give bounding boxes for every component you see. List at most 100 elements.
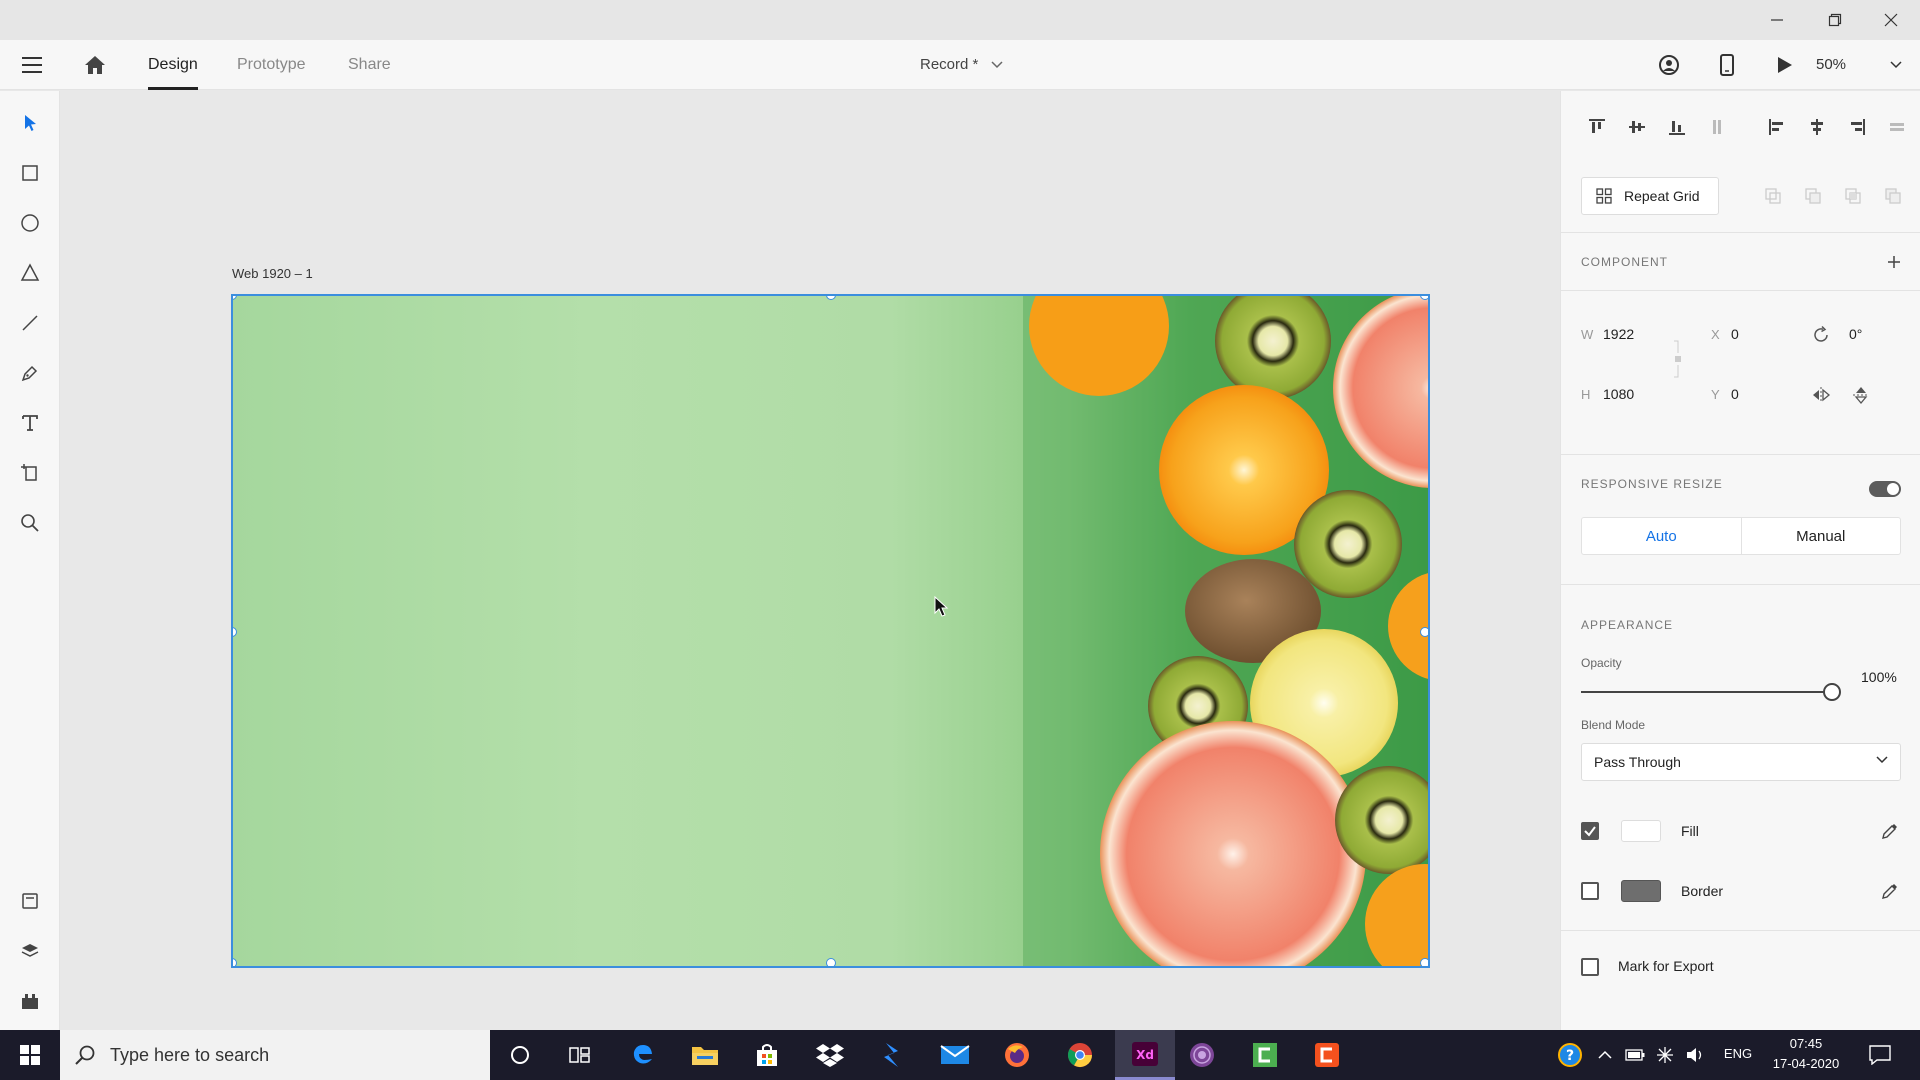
help-tray-icon[interactable]: ? <box>1550 1030 1590 1080</box>
share-account-button[interactable] <box>1654 40 1684 90</box>
home-button[interactable] <box>78 40 112 90</box>
resize-handle[interactable] <box>1420 296 1428 300</box>
recorder-app[interactable] <box>1302 1030 1352 1080</box>
mark-for-export-checkbox[interactable] <box>1581 958 1599 976</box>
width-input[interactable]: 1922 <box>1603 326 1634 342</box>
distribute-vertical-button[interactable] <box>1703 113 1731 141</box>
notifications-button[interactable] <box>1858 1030 1902 1080</box>
align-top-button[interactable] <box>1583 113 1611 141</box>
lock-aspect-icon[interactable] <box>1673 339 1683 379</box>
tab-design[interactable]: Design <box>148 40 198 90</box>
clock-date[interactable]: 17-04-2020 <box>1766 1056 1846 1071</box>
artboard-tool[interactable] <box>15 458 45 488</box>
artboard-label[interactable]: Web 1920 – 1 <box>232 266 313 281</box>
magnifier-icon <box>21 514 39 532</box>
assets-button[interactable] <box>15 886 45 916</box>
network-tray-icon[interactable] <box>1650 1030 1680 1080</box>
plus-icon[interactable] <box>1887 255 1901 269</box>
align-right-button[interactable] <box>1843 113 1871 141</box>
align-middle-button[interactable] <box>1623 113 1651 141</box>
rotation-input[interactable]: 0° <box>1849 326 1862 342</box>
cortana-button[interactable] <box>495 1030 545 1080</box>
mail-app[interactable] <box>930 1030 980 1080</box>
zoom-level-dropdown[interactable]: 50% <box>1816 40 1902 90</box>
x-input[interactable]: 0 <box>1731 326 1739 342</box>
text-tool[interactable] <box>15 408 45 438</box>
distribute-horizontal-button[interactable] <box>1883 113 1911 141</box>
app-launcher[interactable] <box>867 1030 917 1080</box>
account-icon <box>1659 55 1679 75</box>
task-view-button[interactable] <box>555 1030 605 1080</box>
boolean-intersect-icon[interactable] <box>1843 186 1863 206</box>
firefox-app[interactable] <box>992 1030 1042 1080</box>
home-icon <box>85 56 105 74</box>
repeat-grid-button[interactable]: Repeat Grid <box>1581 177 1719 215</box>
resize-handle[interactable] <box>1420 627 1428 637</box>
svg-text:?: ? <box>1566 1048 1574 1064</box>
show-hidden-icons-button[interactable] <box>1590 1030 1620 1080</box>
artboard[interactable] <box>231 294 1430 968</box>
document-title-dropdown[interactable]: Record * <box>920 40 1003 90</box>
pen-tool[interactable] <box>15 358 45 388</box>
align-section: Repeat Grid <box>1561 91 1920 233</box>
restore-button[interactable] <box>1806 0 1864 40</box>
edge-app[interactable] <box>618 1030 668 1080</box>
align-left-button[interactable] <box>1763 113 1791 141</box>
help-question-icon: ? <box>1558 1043 1582 1067</box>
language-indicator[interactable]: ENG <box>1718 1046 1758 1061</box>
tor-browser-app[interactable] <box>1177 1030 1227 1080</box>
align-center-button[interactable] <box>1803 113 1831 141</box>
boolean-add-icon[interactable] <box>1763 186 1783 206</box>
grid-icon <box>1596 188 1612 204</box>
app-header: Design Prototype Share Record * 50% <box>0 40 1920 90</box>
y-label: Y <box>1711 387 1720 402</box>
close-button[interactable] <box>1862 0 1920 40</box>
volume-tray-icon[interactable] <box>1680 1030 1710 1080</box>
height-input[interactable]: 1080 <box>1603 386 1634 402</box>
battery-icon <box>1625 1049 1645 1061</box>
ellipse-tool[interactable] <box>15 208 45 238</box>
file-explorer-app[interactable] <box>680 1030 730 1080</box>
resize-handle[interactable] <box>233 958 237 966</box>
taskbar-search-box[interactable]: Type here to search <box>60 1030 490 1080</box>
resize-handle[interactable] <box>826 958 836 966</box>
start-button[interactable] <box>5 1030 55 1080</box>
hamburger-menu-button[interactable] <box>14 40 50 90</box>
y-input[interactable]: 0 <box>1731 386 1739 402</box>
resize-handle[interactable] <box>1420 958 1428 966</box>
svg-text:Xd: Xd <box>1136 1048 1154 1062</box>
align-bottom-button[interactable] <box>1663 113 1691 141</box>
distribute-vertical-icon <box>1713 120 1721 134</box>
camtasia-app[interactable] <box>1240 1030 1290 1080</box>
flip-horizontal-icon[interactable] <box>1811 385 1831 405</box>
adobe-xd-app[interactable]: Xd <box>1115 1030 1175 1080</box>
tab-prototype[interactable]: Prototype <box>237 40 305 90</box>
polygon-tool[interactable] <box>15 258 45 288</box>
close-icon <box>1884 13 1898 27</box>
minimize-button[interactable] <box>1748 0 1806 40</box>
search-icon <box>75 1045 95 1065</box>
zoom-tool[interactable] <box>15 508 45 538</box>
line-tool[interactable] <box>15 308 45 338</box>
plugins-button[interactable] <box>15 986 45 1016</box>
desktop-preview-button[interactable] <box>1770 40 1800 90</box>
clock-time[interactable]: 07:45 <box>1766 1036 1846 1051</box>
tab-share[interactable]: Share <box>348 40 391 90</box>
document-title: Record * <box>920 56 979 73</box>
distribute-horizontal-icon <box>1890 123 1904 131</box>
tools-panel <box>0 91 60 1030</box>
store-app[interactable] <box>742 1030 792 1080</box>
select-tool[interactable] <box>15 108 45 138</box>
rectangle-icon <box>22 165 38 181</box>
device-preview-button[interactable] <box>1712 40 1742 90</box>
dropbox-app[interactable] <box>805 1030 855 1080</box>
chrome-app[interactable] <box>1055 1030 1105 1080</box>
rectangle-tool[interactable] <box>15 158 45 188</box>
search-placeholder: Type here to search <box>110 1044 270 1065</box>
flip-vertical-icon[interactable] <box>1851 385 1871 405</box>
boolean-exclude-icon[interactable] <box>1883 186 1903 206</box>
layers-button[interactable] <box>15 936 45 966</box>
boolean-subtract-icon[interactable] <box>1803 186 1823 206</box>
battery-tray-icon[interactable] <box>1620 1030 1650 1080</box>
window-title-bar <box>0 0 1920 40</box>
